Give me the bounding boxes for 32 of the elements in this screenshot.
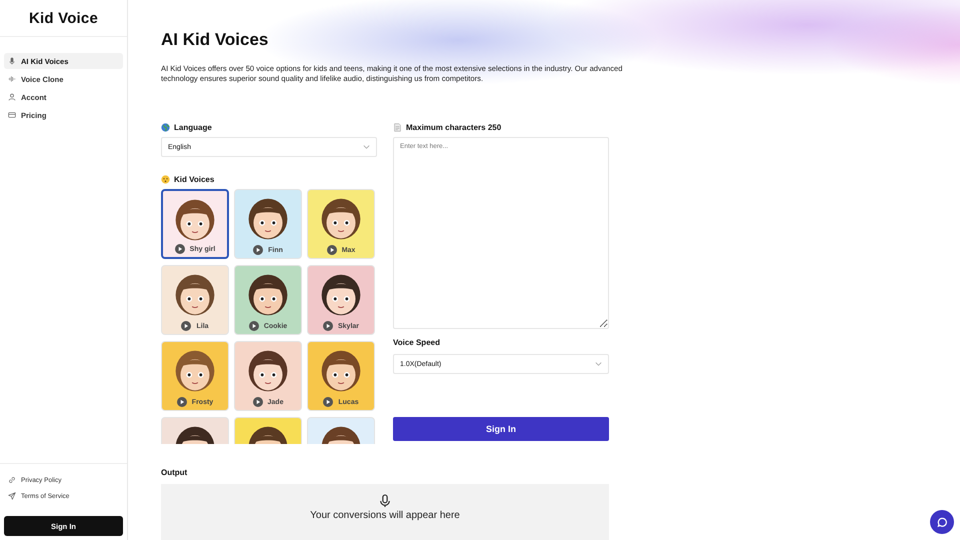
play-icon[interactable] [253, 245, 264, 255]
play-icon[interactable] [322, 321, 333, 331]
microphone-icon [8, 57, 16, 65]
language-label: Language [174, 122, 212, 132]
output-label: Output [161, 468, 188, 477]
link-icon [8, 476, 16, 484]
chevron-down-icon [595, 362, 602, 366]
play-icon[interactable] [323, 397, 334, 407]
send-icon [8, 492, 16, 500]
voice-speed-label: Voice Speed [393, 338, 441, 349]
face-icon [161, 174, 170, 184]
chat-icon [936, 516, 948, 528]
microphone-icon [379, 494, 391, 508]
page-title: AI Kid Voices [161, 30, 270, 50]
voices-label: Kid Voices [174, 174, 214, 184]
globe-icon [161, 122, 170, 132]
user-icon [8, 93, 16, 101]
document-icon [393, 122, 402, 132]
logo-text: Kid Voice [28, 10, 98, 26]
play-icon[interactable] [174, 244, 185, 254]
play-icon[interactable] [176, 397, 187, 407]
output-message: Your conversions will appear here [310, 510, 460, 521]
waveform-icon [8, 75, 16, 83]
chevron-down-icon [363, 145, 370, 149]
card-icon [8, 111, 16, 119]
play-icon[interactable] [252, 397, 263, 407]
sign-in-button[interactable]: Sign In [393, 417, 609, 441]
play-icon[interactable] [181, 321, 192, 331]
play-icon[interactable] [326, 245, 337, 255]
max-characters-label: Maximum characters 250 [406, 122, 502, 132]
play-icon[interactable] [248, 321, 259, 331]
chat-button[interactable] [930, 510, 954, 534]
